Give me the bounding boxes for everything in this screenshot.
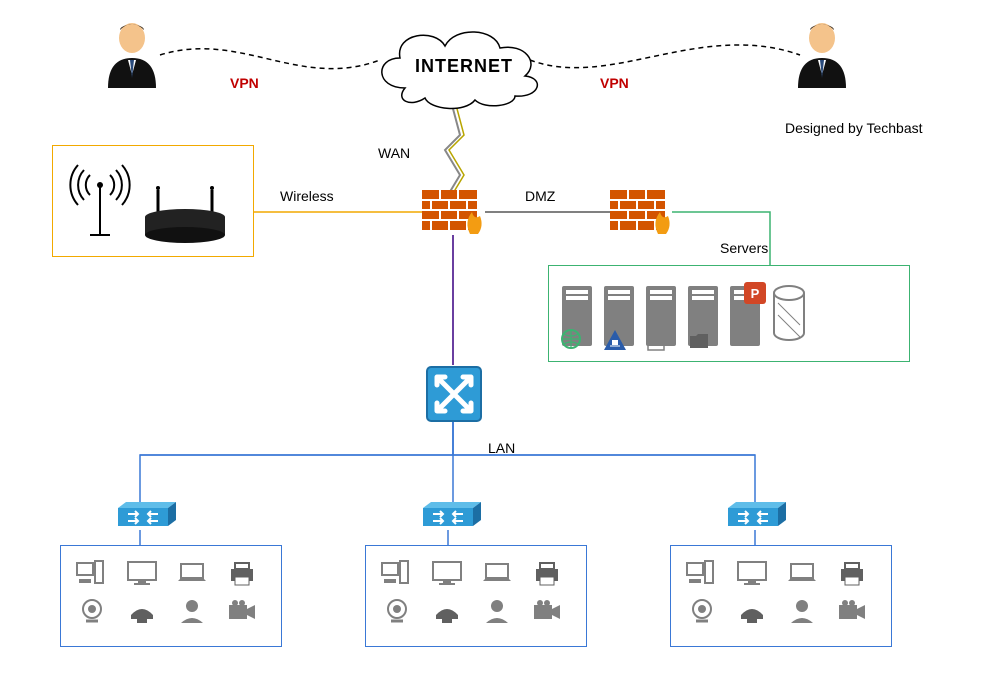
vpn-label-left: VPN [230, 75, 259, 91]
server-file [688, 286, 718, 346]
servers-label: Servers [720, 240, 768, 256]
monitor-icon [124, 558, 160, 588]
vpn-user-left [100, 20, 164, 93]
monitor-icon [429, 558, 465, 588]
webcam-icon [379, 596, 415, 626]
diagram-canvas: INTERNET VPN VPN Designed by Techbast WA… [0, 0, 981, 677]
credit-label: Designed by Techbast [785, 120, 923, 136]
server-db [772, 285, 806, 346]
webcam-icon [74, 596, 110, 626]
camera-icon [529, 596, 565, 626]
internet-cloud: INTERNET [365, 18, 550, 116]
webcam-icon [684, 596, 720, 626]
core-switch-icon [425, 365, 483, 426]
firewall-dmz-icon [610, 190, 675, 243]
laptop-icon [174, 558, 210, 588]
user-icon [784, 596, 820, 626]
camera-icon [224, 596, 260, 626]
server-user [646, 286, 676, 346]
server-ad [604, 286, 634, 346]
access-switch-1-icon [110, 500, 180, 535]
wireless-label: Wireless [280, 188, 334, 204]
phone-icon [124, 596, 160, 626]
printer-icon [834, 558, 870, 588]
link-lan-3 [453, 420, 755, 505]
vpn-label-right: VPN [600, 75, 629, 91]
pc-icon [684, 558, 720, 588]
dmz-label: DMZ [525, 188, 555, 204]
vpn-user-right [790, 20, 854, 93]
lan-label: LAN [488, 440, 515, 456]
internet-label: INTERNET [415, 56, 513, 77]
devices-2 [379, 558, 565, 626]
pc-icon [74, 558, 110, 588]
printer-icon [529, 558, 565, 588]
access-switch-3-icon [720, 500, 790, 535]
monitor-icon [734, 558, 770, 588]
wireless-router-icon [140, 185, 230, 248]
pc-icon [379, 558, 415, 588]
user-icon [479, 596, 515, 626]
laptop-icon [479, 558, 515, 588]
access-switch-2-icon [415, 500, 485, 535]
phone-icon [429, 596, 465, 626]
firewall-main-icon [422, 190, 487, 243]
wan-label: WAN [378, 145, 410, 161]
devices-1 [74, 558, 260, 626]
vpn-line-left [160, 49, 380, 69]
camera-icon [834, 596, 870, 626]
phone-icon [734, 596, 770, 626]
link-lan-1 [140, 420, 453, 505]
wireless-antenna-icon [70, 160, 130, 243]
servers-row: P [562, 285, 806, 346]
vpn-line-right [530, 45, 800, 68]
laptop-icon [784, 558, 820, 588]
link-servers [672, 212, 770, 265]
wan-lightning [445, 105, 460, 195]
server-ppt: P [730, 286, 760, 346]
svg-text:P: P [751, 286, 760, 301]
user-icon [174, 596, 210, 626]
devices-3 [684, 558, 870, 626]
printer-icon [224, 558, 260, 588]
server-web [562, 286, 592, 346]
